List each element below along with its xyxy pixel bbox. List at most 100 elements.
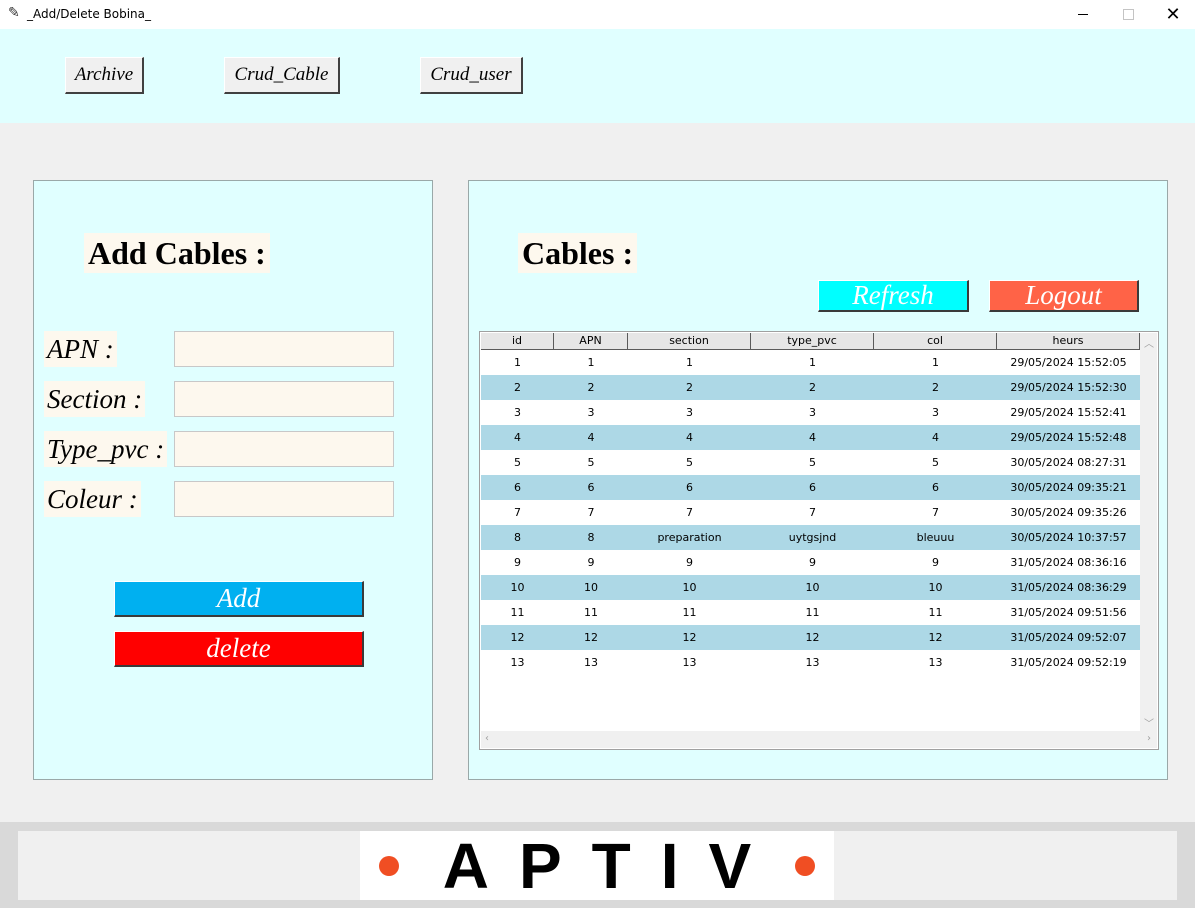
table-cell: bleuuu <box>916 531 955 544</box>
table-cell: 9 <box>932 556 939 569</box>
table-cell: preparation <box>657 531 722 544</box>
table-cell: 1 <box>809 356 816 369</box>
scroll-up-icon[interactable]: ︿ <box>1144 335 1154 350</box>
table-row[interactable]: 9 9 9 9 9 31/05/2024 08:36:16 <box>481 550 1140 575</box>
column-header-section[interactable]: section <box>628 333 751 350</box>
apn-input[interactable] <box>174 331 394 367</box>
crud-cable-button[interactable]: Crud_Cable <box>224 57 340 94</box>
table-cell: 7 <box>686 506 693 519</box>
table-cell: 9 <box>514 556 521 569</box>
scroll-right-icon[interactable]: › <box>1147 733 1151 744</box>
table-row[interactable]: 2 2 2 2 2 29/05/2024 15:52:30 <box>481 375 1140 400</box>
horizontal-scrollbar[interactable]: ‹ › <box>481 731 1157 748</box>
table-cell: uytgsjnd <box>788 531 837 544</box>
table-cell: 13 <box>510 656 525 669</box>
table-row[interactable]: 8 8 preparation uytgsjnd bleuuu 30/05/2024 10… <box>481 525 1140 550</box>
table-row[interactable]: 4 4 4 4 4 29/05/2024 15:52:48 <box>481 425 1140 450</box>
table-cell: 11 <box>805 606 820 619</box>
table-cell: 3 <box>514 406 521 419</box>
table-cell: 1 <box>514 356 521 369</box>
table-row[interactable]: 12 12 12 12 12 31/05/2024 09:52:07 <box>481 625 1140 650</box>
scroll-down-icon[interactable]: ﹀ <box>1144 715 1154 730</box>
table-cell: 7 <box>809 506 816 519</box>
table-cell: 2 <box>514 381 521 394</box>
table-cell: 2 <box>587 381 595 394</box>
table-cell: 12 <box>584 631 598 644</box>
logo-dot-right <box>795 855 816 876</box>
table-cell: 30/05/2024 09:35:21 <box>1010 481 1127 494</box>
delete-button[interactable]: delete <box>114 631 364 667</box>
table-cell: 10 <box>928 581 943 594</box>
table-cell: 5 <box>809 456 816 469</box>
table-cell: 10 <box>805 581 820 594</box>
crud-user-button[interactable]: Crud_user <box>420 57 523 94</box>
table-cell: 5 <box>514 456 521 469</box>
table-cell: 13 <box>805 656 820 669</box>
table-cell: 1 <box>587 356 595 369</box>
table-row[interactable]: 3 3 3 3 3 29/05/2024 15:52:41 <box>481 400 1140 425</box>
logout-button[interactable]: Logout <box>989 280 1139 312</box>
column-header-type-pvc[interactable]: type_pvc <box>751 333 874 350</box>
column-header-apn[interactable]: APN <box>554 333 628 350</box>
window-title: _Add/Delete Bobina_ <box>27 7 152 21</box>
table-cell: 12 <box>510 631 525 644</box>
table-cell: 11 <box>928 606 943 619</box>
table-cell: 4 <box>932 431 939 444</box>
table-cell: 3 <box>587 406 595 419</box>
table-cell: 2 <box>809 381 816 394</box>
table-cell: 13 <box>682 656 697 669</box>
table-row[interactable]: 1 1 1 1 1 29/05/2024 15:52:05 <box>481 350 1140 375</box>
table-cell: 8 <box>587 531 595 544</box>
table-cell: 12 <box>928 631 943 644</box>
column-header-col[interactable]: col <box>874 333 997 350</box>
table-row[interactable]: 10 10 10 10 10 31/05/2024 08:36:29 <box>481 575 1140 600</box>
title-bar: ✎ _Add/Delete Bobina_ ✕ <box>0 0 1195 29</box>
minimize-button[interactable] <box>1060 0 1106 29</box>
table-cell: 3 <box>686 406 693 419</box>
add-button[interactable]: Add <box>114 581 364 617</box>
archive-button[interactable]: Archive <box>65 57 144 94</box>
column-header-id[interactable]: id <box>481 333 554 350</box>
table-cell: 11 <box>510 606 525 619</box>
table-row[interactable]: 7 7 7 7 7 30/05/2024 09:35:26 <box>481 500 1140 525</box>
refresh-button[interactable]: Refresh <box>818 280 969 312</box>
table-cell: 3 <box>809 406 816 419</box>
table-cell: 4 <box>514 431 521 444</box>
table-row[interactable]: 6 6 6 6 6 30/05/2024 09:35:21 <box>481 475 1140 500</box>
scroll-left-icon[interactable]: ‹ <box>485 733 489 744</box>
close-button[interactable]: ✕ <box>1150 0 1195 29</box>
minimize-icon <box>1078 14 1088 15</box>
table-cell: 4 <box>587 431 595 444</box>
table-cell: 7 <box>932 506 939 519</box>
cables-table[interactable]: id APN section type_pvc col heurs 1 1 1 1 1 29/05/… <box>479 331 1159 750</box>
table-cell: 31/05/2024 09:52:07 <box>1010 631 1127 644</box>
table-cell: 31/05/2024 08:36:29 <box>1010 581 1127 594</box>
column-header-heurs[interactable]: heurs <box>997 333 1140 350</box>
table-row[interactable]: 13 13 13 13 13 31/05/2024 09:52:19 <box>481 650 1140 675</box>
table-row[interactable]: 5 5 5 5 5 30/05/2024 08:27:31 <box>481 450 1140 475</box>
table-cell: 6 <box>686 481 693 494</box>
maximize-icon <box>1122 9 1134 20</box>
table-cell: 11 <box>682 606 697 619</box>
table-cell: 7 <box>587 506 595 519</box>
table-cell: 31/05/2024 09:52:19 <box>1010 656 1127 669</box>
table-row[interactable]: 11 11 11 11 11 31/05/2024 09:51:56 <box>481 600 1140 625</box>
table-cell: 2 <box>686 381 693 394</box>
table-cell: 9 <box>587 556 595 569</box>
table-cell: 13 <box>584 656 598 669</box>
coleur-input[interactable] <box>174 481 394 517</box>
table-cell: 29/05/2024 15:52:05 <box>1010 356 1127 369</box>
vertical-scrollbar[interactable]: ︿ ﹀ <box>1140 333 1157 732</box>
type-pvc-label: Type_pvc : <box>44 431 168 467</box>
table-cell: 1 <box>932 356 939 369</box>
table-cell: 30/05/2024 09:35:26 <box>1010 506 1127 519</box>
table-cell: 5 <box>686 456 693 469</box>
table-cell: 12 <box>805 631 820 644</box>
section-input[interactable] <box>174 381 394 417</box>
apn-label: APN : <box>44 331 117 367</box>
table-cell: 4 <box>686 431 693 444</box>
table-cell: 6 <box>587 481 595 494</box>
table-cell: 10 <box>510 581 525 594</box>
maximize-button[interactable] <box>1105 0 1151 29</box>
type-pvc-input[interactable] <box>174 431 394 467</box>
